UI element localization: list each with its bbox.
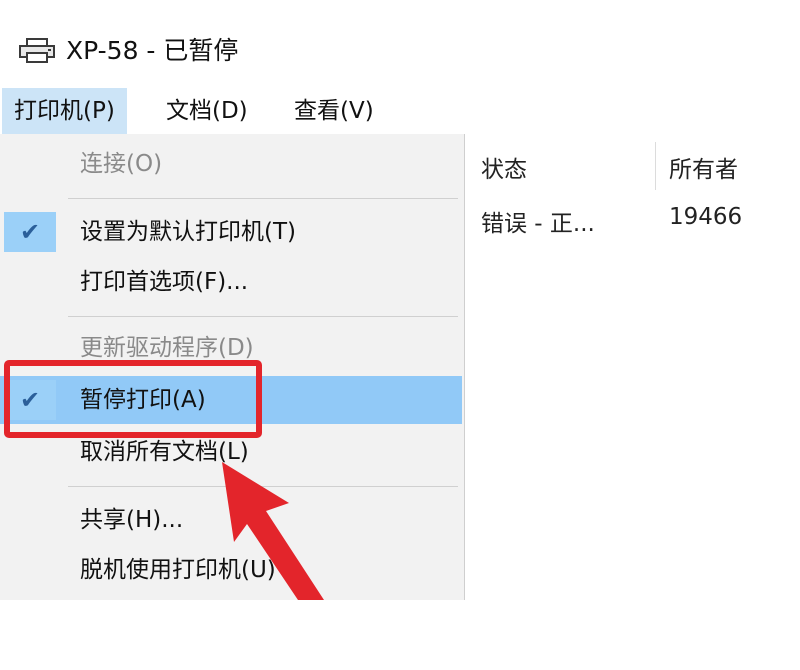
check-mark-area: ✔ [4, 212, 56, 252]
menu-item-label: 连接(O) [80, 151, 163, 177]
window-title: XP-58 - 已暂停 [66, 36, 239, 65]
highlight-annotation-box [4, 360, 262, 438]
menu-item-label: 共享(H)... [80, 507, 184, 533]
menu-bar: 打印机(P) 文档(D) 查看(V) [0, 88, 800, 134]
menu-item-label: 设置为默认打印机(T) [80, 219, 296, 245]
cell-status[interactable]: 错误 - 正... [481, 204, 595, 238]
menu-separator [68, 316, 458, 317]
menu-item-connect: 连接(O) [0, 140, 462, 188]
title-bar: XP-58 - 已暂停 [0, 0, 800, 88]
menu-item-label: 打印首选项(F)... [80, 269, 249, 295]
cell-owner[interactable]: 19466 [669, 204, 742, 230]
menu-item-set-default[interactable]: ✔ 设置为默认打印机(T) [0, 208, 462, 256]
column-header-status[interactable]: 状态 [481, 150, 527, 184]
check-icon: ✔ [19, 218, 41, 246]
column-divider[interactable] [655, 142, 656, 190]
menu-separator [68, 198, 458, 199]
bottom-blank-area [0, 600, 800, 670]
menu-view[interactable]: 查看(V) [282, 88, 386, 134]
document-list: 状态 所有者 错误 - 正... 19466 [464, 134, 800, 600]
red-arrow-icon [222, 462, 324, 600]
menu-document[interactable]: 文档(D) [154, 88, 260, 134]
printer-icon [19, 38, 55, 63]
menu-printer[interactable]: 打印机(P) [2, 88, 127, 134]
menu-item-print-preferences[interactable]: 打印首选项(F)... [0, 258, 462, 306]
column-header-owner[interactable]: 所有者 [669, 150, 738, 184]
